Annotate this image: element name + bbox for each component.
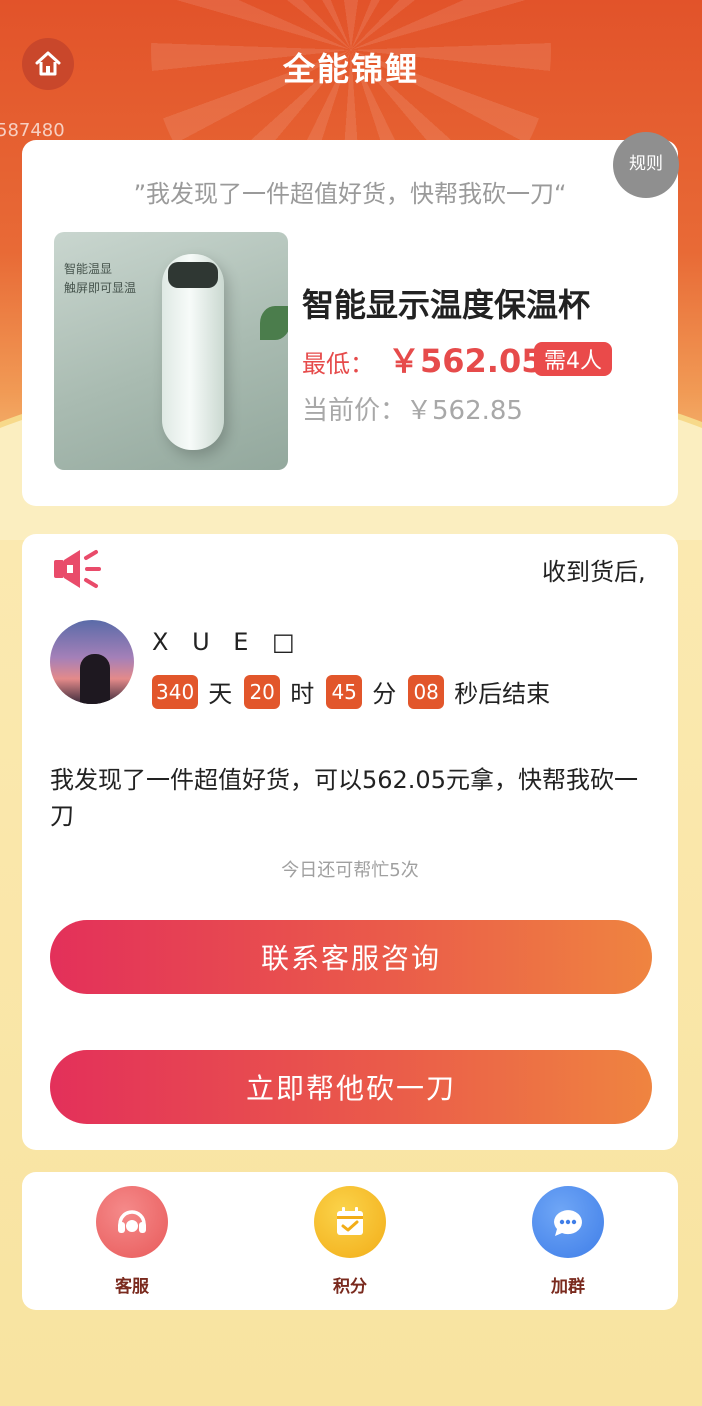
header: 全能锦鲤 xyxy=(0,30,702,102)
user-name: X U E □ xyxy=(152,628,303,656)
product-name: 智能显示温度保温杯 xyxy=(302,286,591,324)
nav-label-points: 积分 xyxy=(333,1277,367,1297)
share-message: 我发现了一件超值好货，可以562.05元拿，快帮我砍一刀 xyxy=(50,766,638,830)
countdown-hours-unit: 时 xyxy=(290,680,315,708)
countdown-minutes-unit: 分 xyxy=(372,680,397,708)
main-card: 收到货后, X U E □ 340 天 20 时 45 分 08 秒后结束 我发… xyxy=(22,534,678,1150)
side-number: 587480 xyxy=(0,120,65,141)
product-image-text: 智能温显 触屏即可显温 xyxy=(64,262,137,295)
product-card: ”我发现了一件超值好货，快帮我砍一刀“ 智能温显 触屏即可显温 智能显示温度保温… xyxy=(22,140,678,506)
nav-item-points[interactable]: 积分 xyxy=(290,1186,410,1297)
countdown-days-unit: 天 xyxy=(208,680,233,708)
megaphone-icon xyxy=(54,550,101,588)
countdown-hours: 20 xyxy=(244,674,281,709)
lowest-price-row: 最低： ￥562.05 xyxy=(302,336,544,382)
rule-button[interactable]: 规则 xyxy=(613,132,679,198)
need-people-badge: 需4人 xyxy=(534,342,612,376)
current-price: 当前价：￥562.85 xyxy=(302,396,523,426)
page-title: 全能锦鲤 xyxy=(282,50,419,88)
help-cut-button[interactable]: 立即帮他砍一刀 xyxy=(50,1050,652,1124)
nav-label-group: 加群 xyxy=(551,1277,585,1297)
notice-text: 收到货后, xyxy=(542,558,646,586)
leaf-shape xyxy=(260,306,288,340)
countdown-days: 340 xyxy=(152,674,199,709)
bottom-nav: 客服 积分 加群 xyxy=(22,1172,678,1310)
share-quote: ”我发现了一件超值好货，快帮我砍一刀“ xyxy=(133,180,567,208)
lowest-price: ￥562.05 xyxy=(388,342,544,380)
countdown: 340 天 20 时 45 分 08 秒后结束 xyxy=(152,674,562,709)
contact-service-button[interactable]: 联系客服咨询 xyxy=(50,920,652,994)
lowest-price-label: 最低： xyxy=(302,350,374,378)
countdown-seconds-unit: 秒后结束 xyxy=(454,680,551,708)
nav-item-group[interactable]: 加群 xyxy=(508,1186,628,1297)
calendar-check-icon xyxy=(314,1186,386,1258)
countdown-minutes: 45 xyxy=(326,674,363,709)
product-image[interactable]: 智能温显 触屏即可显温 xyxy=(54,232,288,470)
avatar xyxy=(50,620,134,704)
chat-bubble-icon xyxy=(532,1186,604,1258)
bottle-screen xyxy=(168,262,218,288)
nav-item-service[interactable]: 客服 xyxy=(72,1186,192,1297)
nav-label-service: 客服 xyxy=(115,1277,149,1297)
headset-icon xyxy=(96,1186,168,1258)
countdown-seconds: 08 xyxy=(408,674,445,709)
remaining-times: 今日还可帮忙5次 xyxy=(281,860,419,881)
avatar-person xyxy=(80,654,110,704)
